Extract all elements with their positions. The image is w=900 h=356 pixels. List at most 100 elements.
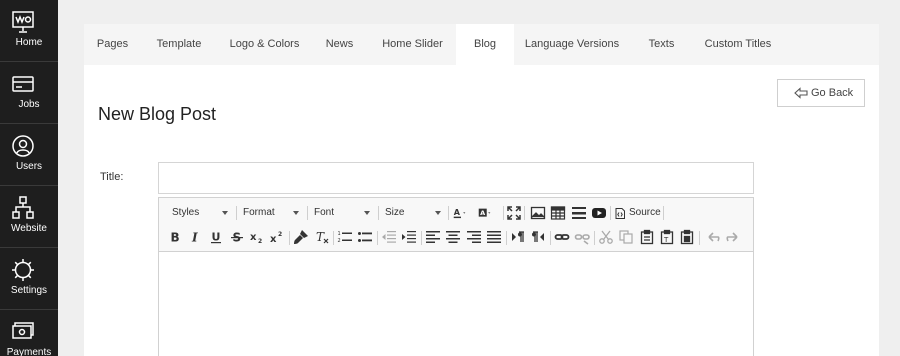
title-input[interactable] (158, 162, 754, 194)
toolbar-separator (610, 206, 611, 220)
superscript-button[interactable]: x2 (269, 229, 285, 245)
copy-icon (619, 230, 633, 244)
size-combo[interactable]: Size (385, 203, 445, 223)
tab-custom-titles[interactable]: Custom Titles (698, 24, 778, 65)
svg-text:2: 2 (258, 238, 262, 245)
editor-content-area[interactable] (159, 253, 753, 356)
underline-button[interactable]: U (208, 229, 224, 245)
horizontal-line-button[interactable] (571, 205, 587, 221)
paste-from-word-button[interactable] (679, 229, 695, 245)
text-color-button[interactable]: A (453, 205, 475, 221)
tab-news[interactable]: News (317, 24, 362, 65)
background-color-button[interactable]: A (478, 205, 500, 221)
gear-icon (11, 258, 35, 282)
image-icon (530, 206, 546, 220)
svg-text:T: T (316, 230, 325, 244)
paste-text-icon: T (660, 229, 674, 245)
tab-home-slider[interactable]: Home Slider (372, 24, 453, 65)
copy-button[interactable] (618, 229, 634, 245)
bulleted-list-icon (358, 232, 372, 242)
format-combo[interactable]: Format (243, 203, 303, 223)
subscript-icon: x2 (250, 232, 262, 245)
link-button[interactable] (554, 229, 570, 245)
svg-text:2: 2 (338, 238, 341, 244)
align-center-icon (446, 231, 460, 243)
tab-blog[interactable]: Blog (456, 24, 514, 65)
font-combo[interactable]: Font (314, 203, 374, 223)
svg-text:A: A (454, 208, 461, 217)
toolbar-separator (333, 231, 334, 245)
text-ltr-button[interactable] (510, 229, 526, 245)
toolbar-separator (524, 206, 525, 220)
tab-pages[interactable]: Pages (84, 24, 141, 65)
sidebar: Home Jobs Users Website Settings Payment… (0, 0, 58, 356)
tab-texts[interactable]: Texts (639, 24, 684, 65)
indent-button[interactable] (401, 229, 417, 245)
sidebar-item-jobs[interactable]: Jobs (0, 62, 58, 124)
go-back-button[interactable]: Go Back (777, 79, 865, 107)
size-combo-label: Size (385, 207, 405, 218)
align-right-button[interactable] (466, 229, 482, 245)
unlink-button[interactable] (574, 229, 590, 245)
tab-template[interactable]: Template (146, 24, 212, 65)
outdent-button[interactable] (381, 229, 397, 245)
styles-combo-label: Styles (172, 207, 200, 218)
svg-text:B: B (171, 231, 180, 245)
table-button[interactable] (550, 205, 566, 221)
chevron-down-icon (222, 211, 228, 215)
justify-button[interactable] (486, 229, 502, 245)
svg-text:x: x (250, 232, 257, 243)
undo-button[interactable] (705, 229, 721, 245)
strikethrough-button[interactable]: S (229, 229, 245, 245)
sidebar-item-website[interactable]: Website (0, 186, 58, 248)
align-center-button[interactable] (445, 229, 461, 245)
cut-button[interactable] (598, 229, 614, 245)
youtube-button[interactable] (591, 205, 607, 221)
align-left-button[interactable] (425, 229, 441, 245)
redo-button[interactable] (725, 229, 741, 245)
subscript-button[interactable]: x2 (249, 229, 265, 245)
tab-language-versions[interactable]: Language Versions (522, 24, 622, 65)
sidebar-item-settings[interactable]: Settings (0, 248, 58, 310)
text-direction-ltr-icon (512, 231, 524, 242)
superscript-icon: x2 (270, 231, 282, 245)
numbered-list-icon: 12 (338, 231, 352, 244)
toolbar-separator (699, 231, 700, 245)
link-icon (554, 234, 570, 240)
svg-text:2: 2 (278, 231, 282, 238)
copy-format-button[interactable] (293, 229, 309, 245)
sidebar-item-label: Settings (10, 285, 48, 296)
bulleted-list-button[interactable] (357, 229, 373, 245)
toolbar-separator (421, 231, 422, 245)
paste-from-word-icon (680, 229, 694, 245)
paste-text-button[interactable]: T (659, 229, 675, 245)
sitemap-icon (11, 196, 35, 220)
paste-button[interactable] (639, 229, 655, 245)
toolbar-separator (594, 231, 595, 245)
italic-button[interactable]: I (187, 229, 203, 245)
numbered-list-button[interactable]: 12 (337, 229, 353, 245)
scissors-icon (599, 230, 613, 244)
source-label: Source (629, 207, 661, 218)
image-button[interactable] (530, 205, 546, 221)
align-right-icon (467, 231, 481, 243)
text-color-icon: A (453, 208, 466, 219)
align-left-icon (426, 231, 440, 243)
youtube-icon (592, 208, 606, 218)
styles-combo[interactable]: Styles (172, 203, 232, 223)
toolbar-separator (378, 206, 379, 220)
bold-button[interactable]: B (167, 229, 183, 245)
sidebar-item-label: Website (11, 223, 47, 234)
toolbar-separator (550, 231, 551, 245)
maximize-button[interactable] (506, 205, 522, 221)
chevron-down-icon (435, 211, 441, 215)
sidebar-item-home[interactable]: Home (0, 0, 58, 62)
text-rtl-button[interactable] (530, 229, 546, 245)
tab-logo-colors[interactable]: Logo & Colors (222, 24, 307, 65)
sidebar-item-payments[interactable]: Payments (0, 310, 58, 356)
sidebar-item-users[interactable]: Users (0, 124, 58, 186)
paste-icon (640, 229, 654, 245)
remove-format-icon: T (316, 230, 329, 244)
table-icon (550, 206, 566, 220)
remove-format-button[interactable]: T (314, 229, 330, 245)
